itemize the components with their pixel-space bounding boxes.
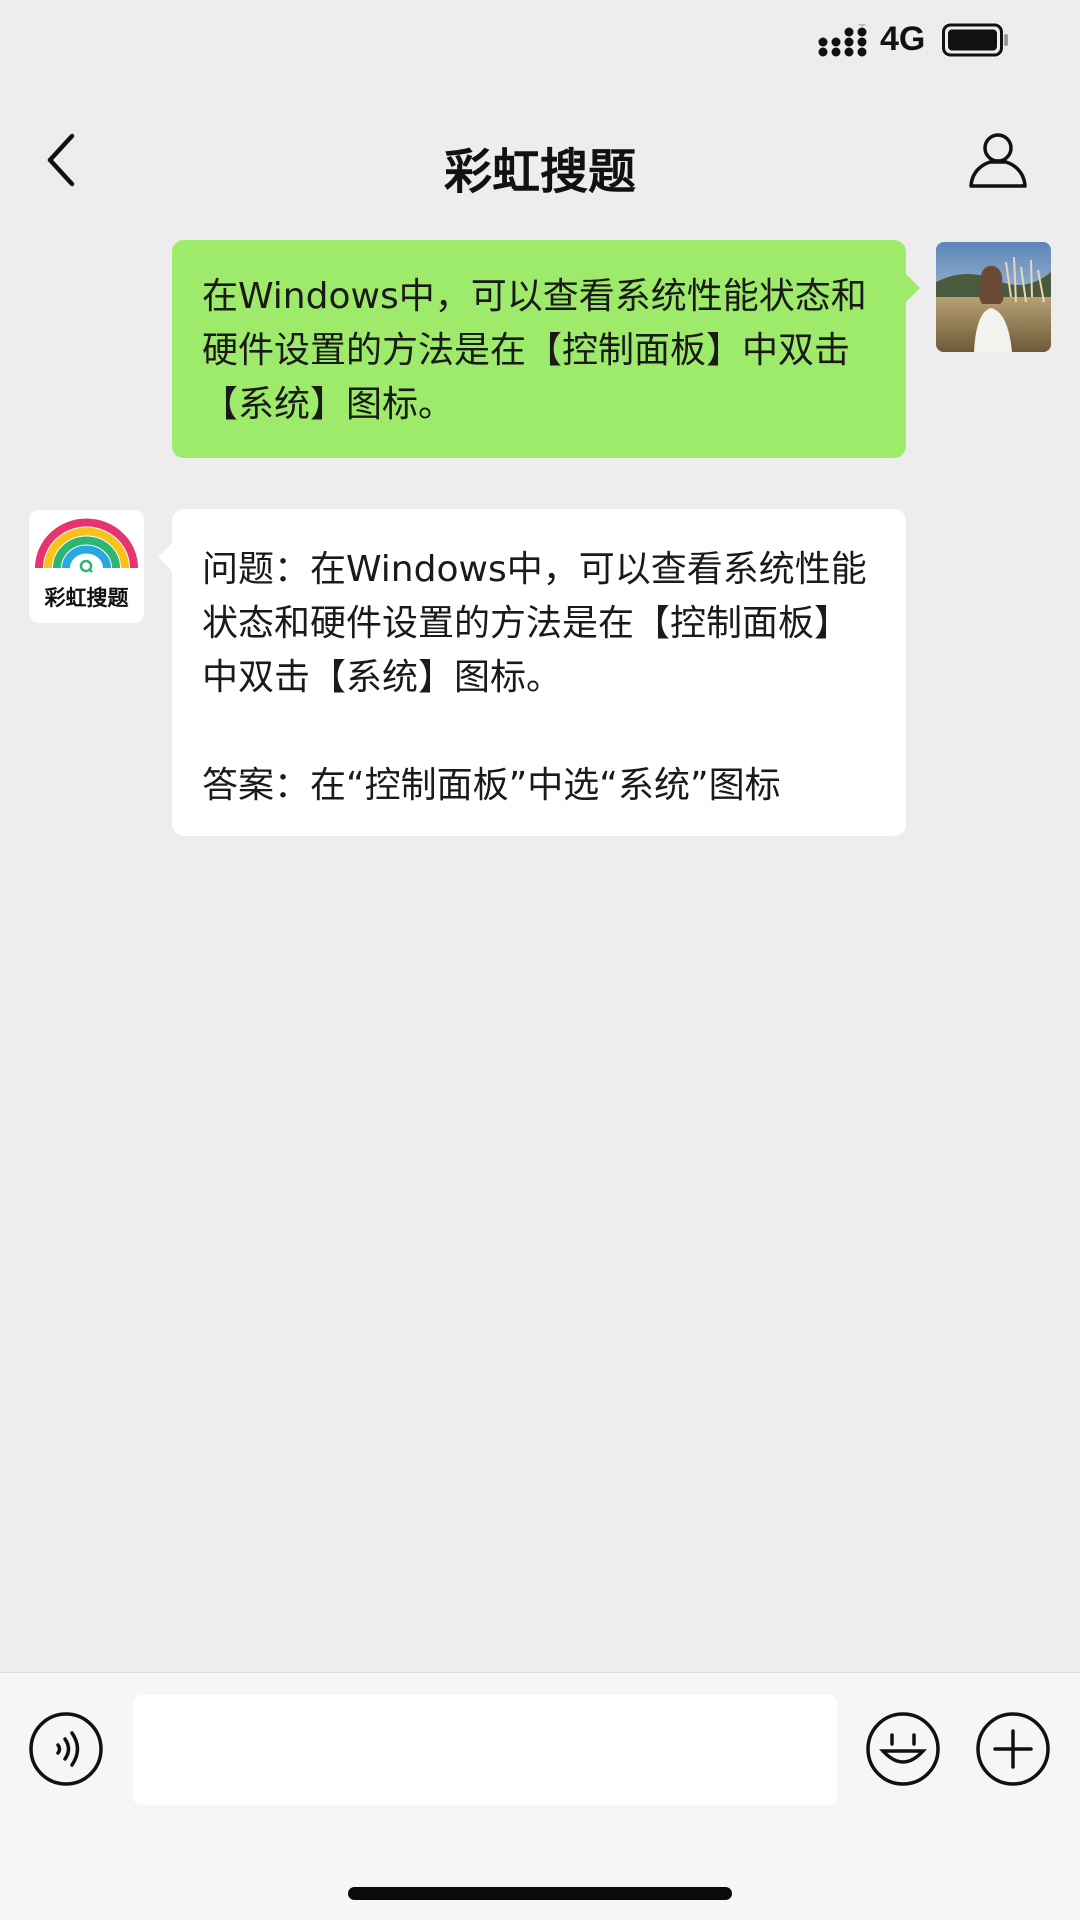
rainbow-logo-icon [35,518,138,573]
bot-message-bubble[interactable]: 问题：在Windows中，可以查看系统性能状态和硬件设置的方法是在【控制面板】中… [158,509,906,836]
home-indicator[interactable] [348,1887,732,1900]
bot-avatar[interactable]: 彩虹搜题 [29,510,144,623]
bot-question-text: 问题：在Windows中，可以查看系统性能状态和硬件设置的方法是在【控制面板】中… [202,549,867,698]
status-bar: 4G [0,0,1080,90]
emoji-icon [866,1712,940,1786]
signal-icon [818,24,867,57]
bot-answer-text: 答案：在“控制面板”中选“系统”图标 [202,765,781,806]
message-input[interactable] [133,1695,837,1805]
voice-button[interactable] [28,1711,104,1787]
nav-bar: 彩虹搜题 [0,110,1080,210]
voice-icon [29,1712,103,1786]
input-bar [0,1672,1080,1920]
user-avatar[interactable] [936,242,1051,352]
person-icon [969,133,1027,188]
plus-icon [976,1712,1050,1786]
bot-logo-text: 彩虹搜题 [44,586,129,610]
page-title: 彩虹搜题 [443,144,636,200]
profile-button[interactable] [966,128,1030,192]
network-type: 4G [880,20,926,58]
emoji-button[interactable] [865,1711,941,1787]
user-message-bubble[interactable]: 在Windows中，可以查看系统性能状态和硬件设置的方法是在【控制面板】中双击【… [172,240,920,458]
battery-icon [942,23,1008,57]
avatar-photo [936,242,1051,352]
plus-button[interactable] [975,1711,1051,1787]
